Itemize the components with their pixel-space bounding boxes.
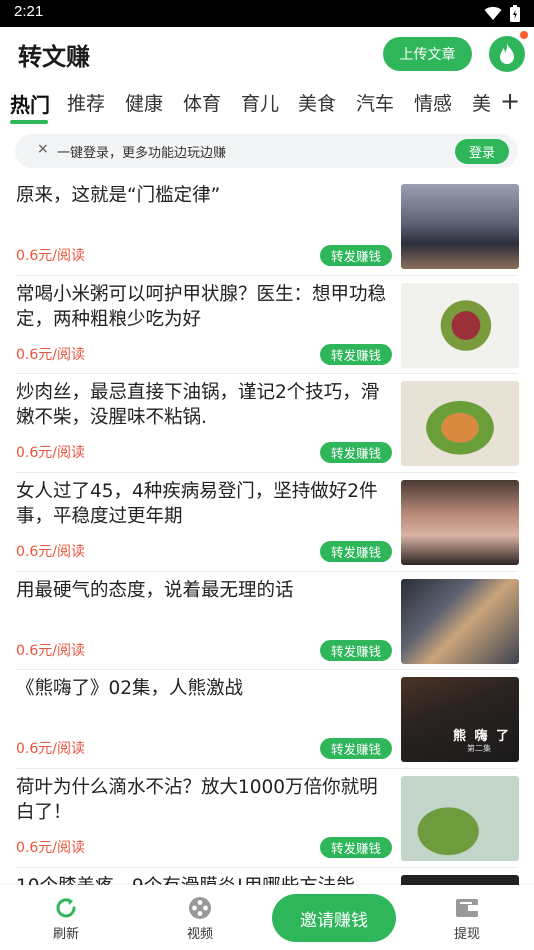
article-title[interactable]: 女人过了45，4种疾病易登门，坚持做好2件事，平稳度过更年期 <box>16 479 388 529</box>
share-earn-button[interactable]: 转发赚钱 <box>320 541 392 563</box>
fire-icon <box>500 43 514 64</box>
wifi-icon <box>484 6 502 20</box>
share-earn-button[interactable]: 转发赚钱 <box>320 837 392 859</box>
nav-withdraw-label: 提现 <box>453 927 480 942</box>
article-thumbnail[interactable]: 熊 嗨 了 第二集 <box>401 677 519 763</box>
tab-recommend[interactable]: 推荐 <box>67 89 105 116</box>
tab-emotion[interactable]: 情感 <box>414 89 452 116</box>
active-tab-indicator <box>10 120 48 124</box>
refresh-icon <box>56 898 76 918</box>
share-earn-button[interactable]: 转发赚钱 <box>320 245 392 266</box>
app-header: 转文赚 上传文章 <box>0 27 534 83</box>
article-price: 0.6元/阅读 <box>16 445 85 462</box>
add-tab-button[interactable]: + <box>500 87 520 115</box>
article-feed: 原来，这就是“门槛定律” 0.6元/阅读 转发赚钱 常喝小米粥可以呵护甲状腺？医… <box>0 177 534 950</box>
article-title[interactable]: 《熊嗨了》02集，人熊激战 <box>16 676 388 701</box>
article-thumbnail[interactable] <box>401 776 519 862</box>
article-item[interactable]: 荷叶为什么滴水不沾？放大1000万倍你就明白了！ 0.6元/阅读 转发赚钱 <box>16 769 519 868</box>
thumbnail-subcaption: 第二集 <box>467 744 491 754</box>
login-button[interactable]: 登录 <box>455 139 509 164</box>
tab-parenting[interactable]: 育儿 <box>241 89 279 116</box>
article-item[interactable]: 女人过了45，4种疾病易登门，坚持做好2件事，平稳度过更年期 0.6元/阅读 转… <box>16 473 519 572</box>
share-earn-button[interactable]: 转发赚钱 <box>320 639 392 661</box>
app-title: 转文赚 <box>18 43 90 71</box>
article-price: 0.6元/阅读 <box>16 346 85 363</box>
article-price: 0.6元/阅读 <box>16 544 85 561</box>
share-earn-button[interactable]: 转发赚钱 <box>320 343 392 365</box>
article-item[interactable]: 炒肉丝，最忌直接下油锅，谨记2个技巧，滑嫩不柴，没腥味不粘锅. 0.6元/阅读 … <box>16 374 519 474</box>
invite-earn-button[interactable]: 邀请赚钱 <box>272 894 396 942</box>
share-earn-button[interactable]: 转发赚钱 <box>320 442 392 464</box>
article-price: 0.6元/阅读 <box>16 642 85 659</box>
status-bar: 2:21 <box>0 0 534 27</box>
wallet-icon <box>456 899 478 917</box>
tab-hot[interactable]: 热门 <box>10 89 50 118</box>
login-banner-text: 一键登录，更多功能边玩边赚 <box>57 146 227 161</box>
article-thumbnail[interactable] <box>401 381 519 467</box>
status-time: 2:21 <box>14 3 44 20</box>
nav-refresh[interactable]: 刷新 <box>36 895 96 942</box>
video-icon <box>189 897 211 919</box>
article-title[interactable]: 炒肉丝，最忌直接下油锅，谨记2个技巧，滑嫩不柴，没腥味不粘锅. <box>16 380 388 430</box>
article-price: 0.6元/阅读 <box>16 248 85 264</box>
tab-health[interactable]: 健康 <box>125 89 163 116</box>
article-price: 0.6元/阅读 <box>16 741 85 758</box>
category-tabs: 热门 推荐 健康 体育 育儿 美食 汽车 情感 美 + <box>0 83 534 127</box>
article-thumbnail[interactable] <box>401 282 519 368</box>
article-title[interactable]: 常喝小米粥可以呵护甲状腺？医生：想甲功稳定，两种粗粮少吃为好 <box>16 282 388 332</box>
article-thumbnail[interactable] <box>401 480 519 566</box>
share-earn-button[interactable]: 转发赚钱 <box>320 738 392 760</box>
tab-sports[interactable]: 体育 <box>183 89 221 116</box>
tab-auto[interactable]: 汽车 <box>356 89 394 116</box>
close-icon[interactable]: × <box>37 141 49 157</box>
tab-more-partial[interactable]: 美 <box>472 89 491 116</box>
article-title[interactable]: 原来，这就是“门槛定律” <box>16 183 388 208</box>
notification-dot <box>520 31 528 39</box>
article-item[interactable]: 《熊嗨了》02集，人熊激战 0.6元/阅读 转发赚钱 熊 嗨 了 第二集 <box>16 670 519 770</box>
article-item[interactable]: 常喝小米粥可以呵护甲状腺？医生：想甲功稳定，两种粗粮少吃为好 0.6元/阅读 转… <box>16 276 519 375</box>
status-icons <box>484 5 520 22</box>
nav-withdraw[interactable]: 提现 <box>437 895 497 942</box>
login-banner: × 一键登录，更多功能边玩边赚 登录 <box>15 134 518 168</box>
article-thumbnail[interactable] <box>401 578 519 664</box>
nav-refresh-label: 刷新 <box>52 927 79 942</box>
bottom-nav: 刷新 视频 邀请赚钱 提现 <box>0 885 534 950</box>
article-price: 0.6元/阅读 <box>16 840 85 857</box>
fire-button[interactable] <box>489 36 525 72</box>
nav-video[interactable]: 视频 <box>170 895 230 942</box>
article-thumbnail[interactable] <box>401 184 519 269</box>
article-title[interactable]: 用最硬气的态度，说着最无理的话 <box>16 578 388 603</box>
tab-food[interactable]: 美食 <box>298 89 336 116</box>
article-item[interactable]: 原来，这就是“门槛定律” 0.6元/阅读 转发赚钱 <box>16 177 519 276</box>
upload-article-button[interactable]: 上传文章 <box>383 37 472 71</box>
battery-icon <box>510 5 520 22</box>
article-item[interactable]: 用最硬气的态度，说着最无理的话 0.6元/阅读 转发赚钱 <box>16 572 519 671</box>
thumbnail-caption: 熊 嗨 了 <box>453 729 512 745</box>
article-title[interactable]: 荷叶为什么滴水不沾？放大1000万倍你就明白了！ <box>16 775 388 825</box>
nav-video-label: 视频 <box>186 927 213 942</box>
